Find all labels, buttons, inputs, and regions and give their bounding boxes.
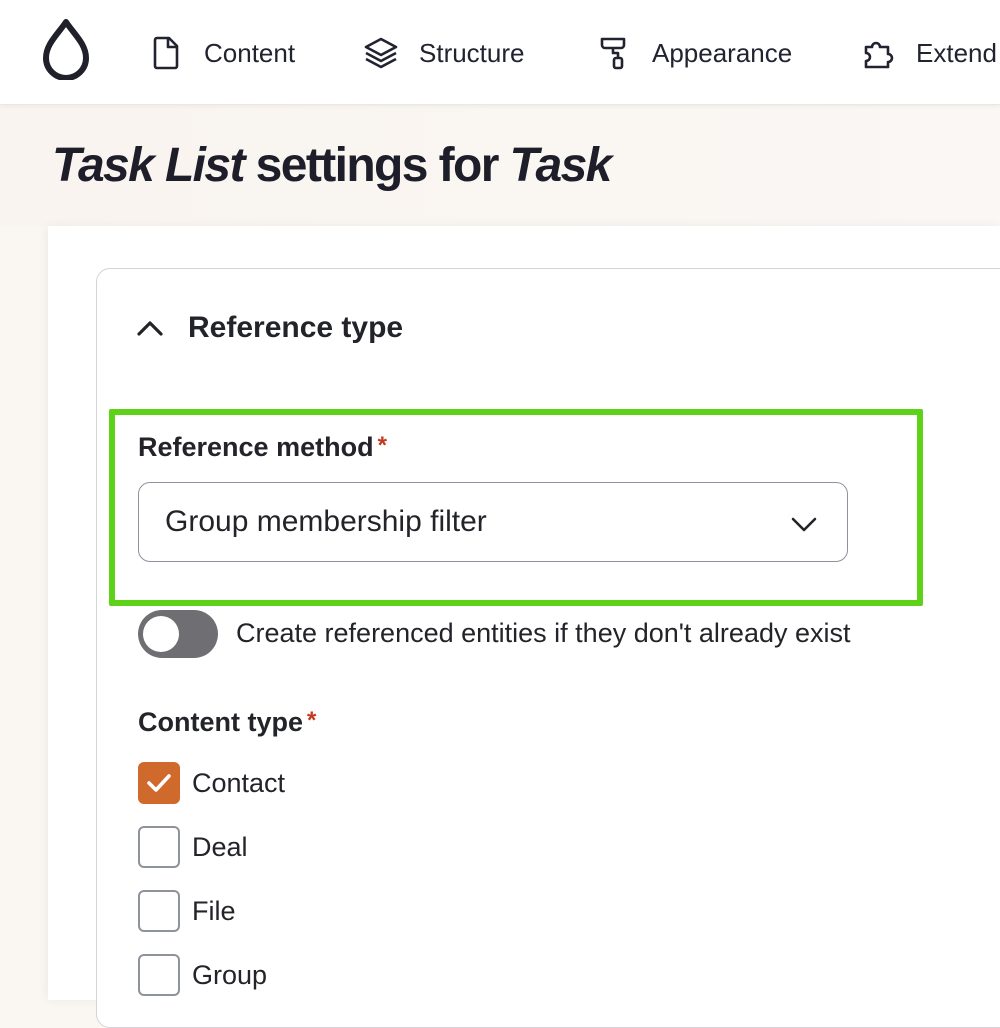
- checkbox-row-group: Group: [138, 954, 267, 996]
- reference-method-select[interactable]: Group membership filter: [138, 482, 848, 562]
- reference-method-selected-value: Group membership filter: [165, 505, 487, 538]
- checkbox-row-contact: Contact: [138, 762, 285, 804]
- drupal-drop-icon[interactable]: [40, 18, 92, 80]
- toggle-knob: [143, 616, 179, 652]
- content-type-label-text: Content type: [138, 707, 303, 737]
- required-marker: *: [307, 707, 317, 734]
- auto-create-label: Create referenced entities if they don't…: [236, 618, 851, 648]
- nav-item-content[interactable]: Content: [148, 32, 295, 74]
- nav-item-label: Extend: [916, 37, 997, 68]
- admin-toolbar: Content Structure Appearance Extend: [0, 0, 1000, 105]
- chevron-up-icon: [137, 321, 163, 336]
- checkbox-group[interactable]: [138, 954, 180, 996]
- checkbox-label: Group: [192, 959, 268, 990]
- nav-item-label: Structure: [419, 37, 525, 68]
- checkbox-label: Deal: [192, 831, 248, 862]
- page-title-connector: settings for: [243, 139, 510, 192]
- required-marker: *: [377, 432, 387, 459]
- reference-type-summary[interactable]: Reference type: [136, 306, 403, 350]
- reference-method-label-text: Reference method: [138, 432, 374, 462]
- checkbox-row-file: File: [138, 890, 236, 932]
- reference-method-label: Reference method *: [138, 432, 387, 463]
- checkbox-file[interactable]: [138, 890, 180, 932]
- page-title: Task List settings for Task: [52, 138, 613, 193]
- checkbox-label: File: [192, 895, 236, 926]
- document-icon: [153, 36, 179, 70]
- nav-item-extend[interactable]: Extend: [860, 32, 997, 74]
- nav-item-appearance[interactable]: Appearance: [596, 32, 792, 74]
- puzzle-icon: [864, 41, 894, 69]
- page-title-bundle: Task: [509, 139, 613, 192]
- page-title-entity: Task List: [52, 139, 246, 192]
- content-type-label: Content type *: [138, 707, 316, 738]
- paint-roller-icon: [600, 37, 626, 70]
- nav-item-label: Content: [204, 37, 296, 68]
- auto-create-toggle[interactable]: [138, 610, 218, 658]
- checkbox-label: Contact: [192, 767, 286, 798]
- nav-item-structure[interactable]: Structure: [363, 32, 525, 74]
- checkbox-contact[interactable]: [138, 762, 180, 804]
- checkbox-row-deal: Deal: [138, 826, 248, 868]
- checkbox-deal[interactable]: [138, 826, 180, 868]
- layers-icon: [364, 37, 398, 69]
- chevron-down-icon: [791, 517, 817, 532]
- nav-item-label: Appearance: [652, 37, 793, 68]
- reference-type-summary-label: Reference type: [188, 311, 404, 344]
- checkmark-icon: [147, 774, 171, 792]
